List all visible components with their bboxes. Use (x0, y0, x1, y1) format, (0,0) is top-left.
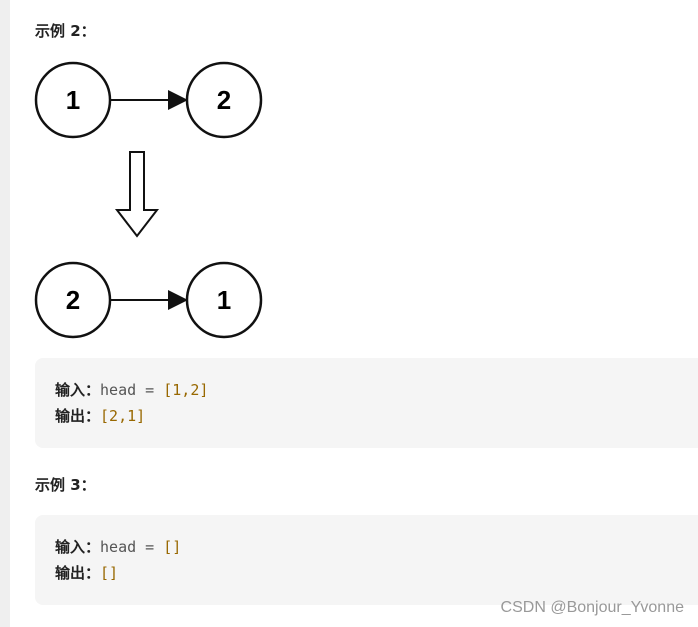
output-label: 输出： (55, 407, 101, 425)
output-value: [2,1] (100, 407, 146, 425)
output-label: 输出： (55, 564, 101, 582)
input-value: [] (163, 538, 182, 556)
node-value: 1 (217, 285, 231, 315)
output-line: 输出：[] (55, 562, 118, 583)
input-line: 输入：head = [] (55, 536, 181, 557)
linked-list-diagram: 1 2 2 1 (34, 61, 263, 339)
output-line: 输出：[2,1] (55, 405, 145, 426)
node-value: 2 (217, 85, 231, 115)
node-value: 1 (66, 85, 80, 115)
example-3-code-block: 输入：head = [] 输出：[] (35, 515, 698, 605)
example-3-title: 示例 3： (35, 476, 96, 494)
output-value: [] (100, 564, 119, 582)
input-label: 输入： (55, 381, 101, 399)
example-2-code-block: 输入：head = [1,2] 输出：[2,1] (35, 358, 698, 448)
input-value: [1,2] (163, 381, 209, 399)
input-line: 输入：head = [1,2] (55, 379, 208, 400)
input-label: 输入： (55, 538, 101, 556)
input-code: head = (100, 538, 164, 556)
input-code: head = (100, 381, 164, 399)
watermark: CSDN @Bonjour_Yvonne (500, 599, 684, 616)
node-value: 2 (66, 285, 80, 315)
down-arrow-icon (114, 151, 160, 238)
